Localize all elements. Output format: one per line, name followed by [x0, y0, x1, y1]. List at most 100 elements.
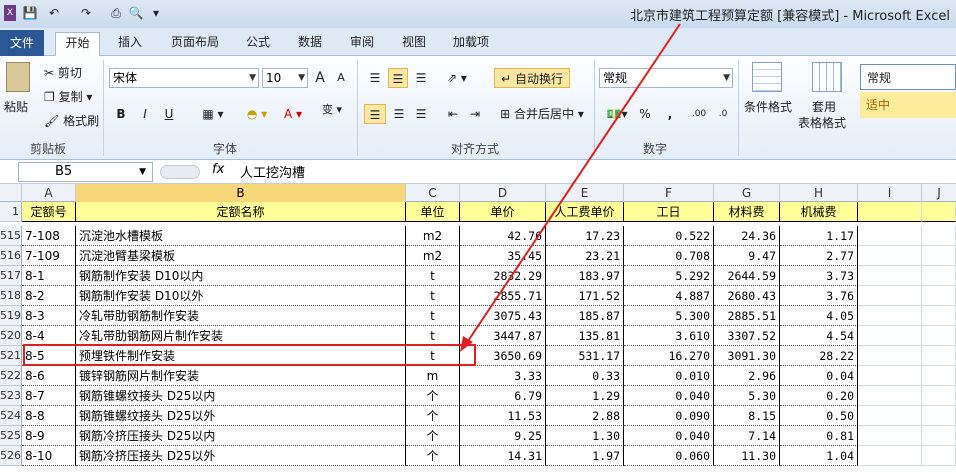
row-header[interactable]: 1 [0, 202, 22, 222]
tab-file[interactable]: 文件 [0, 30, 44, 56]
cell-workdays[interactable]: 0.708 [624, 246, 714, 266]
cell-machinery[interactable]: 4.54 [780, 326, 858, 346]
cell-workdays[interactable]: 0.522 [624, 226, 714, 246]
font-color-icon[interactable]: A ▾ [280, 104, 306, 124]
cell-workdays[interactable]: 0.010 [624, 366, 714, 386]
col-header-g[interactable]: G [714, 184, 780, 202]
conditional-format-icon[interactable] [752, 62, 782, 92]
row-header[interactable]: 518 [0, 286, 22, 306]
row-header[interactable]: 523 [0, 386, 22, 406]
increase-indent-icon[interactable]: ⇥ [466, 104, 484, 124]
cell-price[interactable]: 9.25 [460, 426, 546, 446]
empty-cell[interactable] [858, 202, 922, 222]
row-header[interactable]: 524 [0, 406, 22, 426]
row-header[interactable]: 526 [0, 446, 22, 466]
cell-labor-price[interactable]: 0.33 [546, 366, 624, 386]
cell-machinery[interactable]: 28.22 [780, 346, 858, 366]
print-icon[interactable]: ⎙ [108, 5, 124, 21]
row-header[interactable]: 517 [0, 266, 22, 286]
empty-cell[interactable] [922, 346, 956, 366]
tab-review[interactable]: 审阅 [342, 32, 382, 54]
cell-name[interactable]: 冷轧带肋钢筋网片制作安装 [76, 326, 406, 346]
header-cell[interactable]: 定额号 [22, 202, 76, 222]
cell-machinery[interactable]: 0.50 [780, 406, 858, 426]
header-cell[interactable]: 人工费单价 [546, 202, 624, 222]
empty-cell[interactable] [858, 266, 922, 286]
format-table-icon[interactable] [812, 62, 842, 92]
grow-font-button[interactable]: A [312, 68, 328, 88]
tab-addins[interactable]: 加载项 [446, 32, 496, 54]
empty-cell[interactable] [858, 406, 922, 426]
cell-name[interactable]: 钢筋锥螺纹接头 D25以内 [76, 386, 406, 406]
bold-button[interactable]: B [112, 104, 130, 124]
cell-material[interactable]: 5.30 [714, 386, 780, 406]
empty-cell[interactable] [858, 346, 922, 366]
cell-material[interactable]: 3307.52 [714, 326, 780, 346]
tab-data[interactable]: 数据 [290, 32, 330, 54]
cell-price[interactable]: 2832.29 [460, 266, 546, 286]
redo-icon[interactable]: ↷ [76, 5, 96, 21]
conditional-format-button[interactable]: 条件格式 [744, 98, 792, 115]
cell-material[interactable]: 11.30 [714, 446, 780, 466]
empty-cell[interactable] [922, 246, 956, 266]
cell-machinery[interactable]: 1.04 [780, 446, 858, 466]
header-cell[interactable]: 材料费 [714, 202, 780, 222]
align-bottom-icon[interactable]: ☰ [412, 68, 430, 88]
cell-material[interactable]: 2680.43 [714, 286, 780, 306]
cell-workdays[interactable]: 0.090 [624, 406, 714, 426]
cell-code[interactable]: 8-7 [22, 386, 76, 406]
cell-code[interactable]: 8-8 [22, 406, 76, 426]
cell-machinery[interactable]: 0.04 [780, 366, 858, 386]
orientation-icon[interactable]: ⇗ ▾ [444, 68, 470, 88]
cell-price[interactable]: 3447.87 [460, 326, 546, 346]
tab-insert[interactable]: 插入 [110, 32, 150, 54]
decrease-indent-icon[interactable]: ⇤ [444, 104, 462, 124]
cell-name[interactable]: 钢筋锥螺纹接头 D25以外 [76, 406, 406, 426]
cell-workdays[interactable]: 5.292 [624, 266, 714, 286]
cell-code[interactable]: 8-1 [22, 266, 76, 286]
empty-cell[interactable] [922, 286, 956, 306]
cell-code[interactable]: 7-109 [22, 246, 76, 266]
cell-unit[interactable]: 个 [406, 426, 460, 446]
align-left-icon[interactable]: ☰ [364, 104, 386, 124]
cell-unit[interactable]: m2 [406, 226, 460, 246]
cell-unit[interactable]: m2 [406, 246, 460, 266]
cell-name[interactable]: 钢筋冷挤压接头 D25以内 [76, 426, 406, 446]
cell-name[interactable]: 钢筋制作安装 D10以外 [76, 286, 406, 306]
fill-color-icon[interactable]: ◓ ▾ [244, 104, 270, 124]
cell-machinery[interactable]: 3.76 [780, 286, 858, 306]
cell-workdays[interactable]: 0.060 [624, 446, 714, 466]
italic-button[interactable]: I [136, 104, 154, 124]
cell-price[interactable]: 3075.43 [460, 306, 546, 326]
row-header[interactable]: 519 [0, 306, 22, 326]
cell-material[interactable]: 2.96 [714, 366, 780, 386]
border-icon[interactable]: ▦ ▾ [200, 104, 226, 124]
cell-machinery[interactable]: 1.17 [780, 226, 858, 246]
row-header[interactable]: 521 [0, 346, 22, 366]
paste-button[interactable]: 粘贴 [4, 98, 28, 115]
cell-labor-price[interactable]: 531.17 [546, 346, 624, 366]
cell-code[interactable]: 8-10 [22, 446, 76, 466]
cell-name[interactable]: 冷轧带肋钢筋制作安装 [76, 306, 406, 326]
empty-cell[interactable] [858, 246, 922, 266]
empty-cell[interactable] [858, 426, 922, 446]
empty-cell[interactable] [858, 286, 922, 306]
empty-cell[interactable] [922, 266, 956, 286]
tab-page-layout[interactable]: 页面布局 [164, 32, 226, 54]
row-header[interactable]: 525 [0, 426, 22, 446]
undo-icon[interactable]: ↶ [44, 5, 64, 21]
cell-machinery[interactable]: 2.77 [780, 246, 858, 266]
cell-price[interactable]: 6.79 [460, 386, 546, 406]
cell-name[interactable]: 沉淀池臂基梁模板 [76, 246, 406, 266]
customize-toolbar-icon[interactable]: ▾ [150, 5, 162, 21]
col-header-d[interactable]: D [460, 184, 546, 202]
cell-labor-price[interactable]: 183.97 [546, 266, 624, 286]
tab-view[interactable]: 视图 [394, 32, 434, 54]
formula-input[interactable]: 人工挖沟槽 [240, 162, 305, 181]
cell-material[interactable]: 7.14 [714, 426, 780, 446]
cell-name[interactable]: 沉淀池水槽模板 [76, 226, 406, 246]
cell-machinery[interactable]: 0.81 [780, 426, 858, 446]
cell-material[interactable]: 8.15 [714, 406, 780, 426]
increase-decimal-button[interactable]: .00 [688, 104, 710, 124]
cell-price[interactable]: 11.53 [460, 406, 546, 426]
